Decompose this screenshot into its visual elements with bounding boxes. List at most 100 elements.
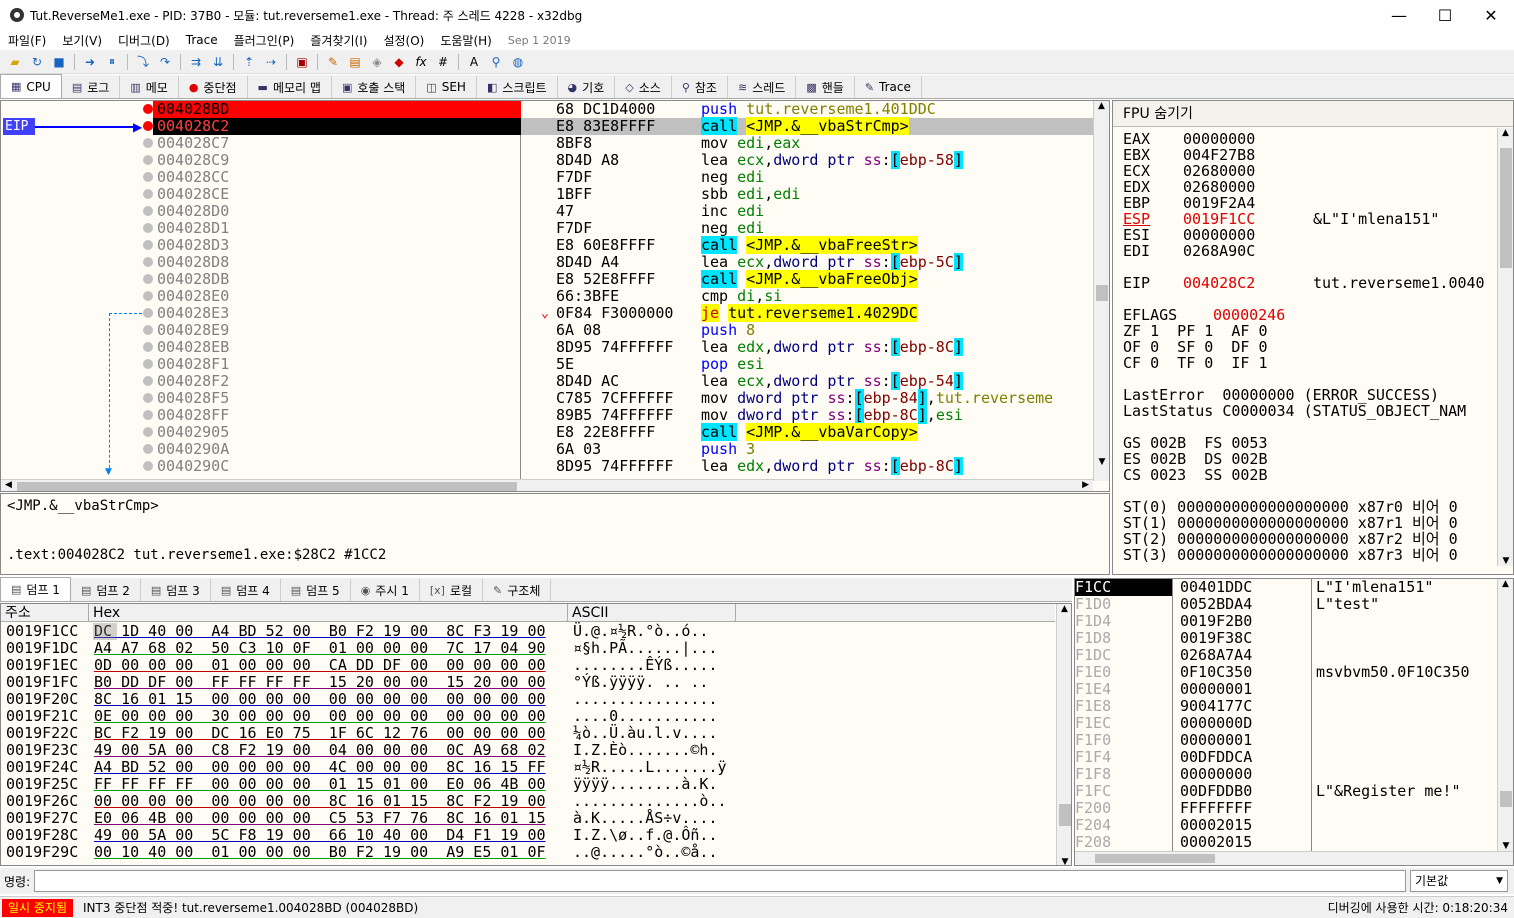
tab-call-stack[interactable]: ▣ 호출 스택 xyxy=(332,76,417,98)
stack-address[interactable]: F1F0 xyxy=(1075,732,1111,749)
dump-hex[interactable]: 8C 16 01 15 00 00 00 00 00 00 00 00 00 0… xyxy=(94,691,546,708)
fpu-row[interactable]: ST(0) 0000000000000000000 x87r0 비어 0 xyxy=(1123,499,1458,515)
stack-value[interactable]: 00DFDDCA xyxy=(1180,749,1252,766)
globe-icon[interactable]: ◍ xyxy=(509,53,527,71)
menu-debug[interactable]: 디버그(D) xyxy=(110,32,178,49)
stack-row[interactable]: F208 00002015 xyxy=(1075,834,1513,851)
stack-address[interactable]: F1E0 xyxy=(1075,664,1111,681)
disasm-row[interactable]: 004028F1 5E pop esi xyxy=(153,356,1093,373)
dump-ascii[interactable]: °Ýß.ÿÿÿÿ. .. .. xyxy=(573,674,708,691)
tab-references[interactable]: ⚲ 참조 xyxy=(672,76,728,98)
dump-header-address[interactable]: 주소 xyxy=(1,604,89,622)
run-icon[interactable]: ➜ xyxy=(81,53,99,71)
breakpoint-dot-icon[interactable] xyxy=(143,325,153,335)
patch-icon[interactable]: ✎ xyxy=(324,53,342,71)
tab-log[interactable]: ▤ 로그 xyxy=(62,76,121,98)
scroll-up-icon[interactable]: ▲ xyxy=(1498,579,1513,589)
disasm-row[interactable]: 004028DB E8 52E8FFFF call <JMP.&__vbaFreeO… xyxy=(153,270,1093,288)
stack-address[interactable]: F1EC xyxy=(1075,715,1111,732)
stack-address[interactable]: F1E8 xyxy=(1075,698,1111,715)
tab-dump-6[interactable]: ◉ 주시 1 xyxy=(351,579,420,601)
tab-dump-5[interactable]: ▤ 덤프 5 xyxy=(281,579,351,601)
stack-row[interactable]: F1D0 0052BDA4 L"test" xyxy=(1075,596,1513,613)
tab-memory-map[interactable]: ▬ 메모리 맵 xyxy=(248,76,332,98)
stack-horizontal-scrollbar[interactable] xyxy=(1075,851,1513,865)
scroll-thumb[interactable] xyxy=(17,482,517,491)
tab-dump-4[interactable]: ▤ 덤프 4 xyxy=(211,579,281,601)
disasm-address[interactable]: 004028F1 xyxy=(157,356,229,373)
breakpoint-dot-icon[interactable] xyxy=(143,359,153,369)
dump-address[interactable]: 0019F1DC xyxy=(6,640,78,657)
stack-address[interactable]: F1E4 xyxy=(1075,681,1111,698)
disassembly-rows[interactable]: 004028BD 68 DC1D4000 push tut.reverseme1.4… xyxy=(153,101,1093,481)
stack-value[interactable]: 00DFDDB0 xyxy=(1180,783,1252,800)
dump-row[interactable]: 0019F22C BC F2 19 00 DC 16 E0 75 1F 6C 12… xyxy=(1,725,1055,742)
tab-breakpoint[interactable]: ● 중단점 xyxy=(179,76,248,98)
disasm-row[interactable]: 004028D1 F7DF neg edi xyxy=(153,220,1093,237)
flags-row[interactable]: ZF 1 PF 1 AF 0 xyxy=(1123,323,1268,339)
stack-value[interactable]: 0000000D xyxy=(1180,715,1252,732)
breakpoint-dot-icon[interactable] xyxy=(143,376,153,386)
menu-view[interactable]: 보기(V) xyxy=(54,32,110,49)
breakpoint-dot-icon[interactable] xyxy=(143,427,153,437)
disasm-address[interactable]: 004028C7 xyxy=(157,135,229,152)
tab-dump-1[interactable]: ▤ 덤프 1 xyxy=(0,577,71,601)
disasm-address[interactable]: 004028EB xyxy=(157,339,229,356)
dump-vertical-scrollbar[interactable]: ▲ ▼ xyxy=(1056,604,1071,865)
dump-row[interactable]: 0019F26C 00 00 00 00 00 00 00 00 8C 16 01… xyxy=(1,793,1055,810)
scroll-thumb[interactable] xyxy=(1500,791,1512,807)
dump-hex[interactable]: 0D 00 00 00 01 00 00 00 CA DD DF 00 00 0… xyxy=(94,657,546,674)
dump-ascii[interactable]: Ü.@.¤½R.°ò..ó.. xyxy=(573,623,708,640)
menu-help[interactable]: 도움말(H) xyxy=(432,32,500,49)
stack-value[interactable]: 00000000 xyxy=(1180,766,1252,783)
disasm-address[interactable]: 004028D0 xyxy=(157,203,229,220)
stack-row[interactable]: F1F0 00000001 xyxy=(1075,732,1513,749)
font-icon[interactable]: A xyxy=(465,53,483,71)
disasm-address[interactable]: 004028D3 xyxy=(157,237,229,254)
dump-address[interactable]: 0019F27C xyxy=(6,810,78,827)
fpu-row[interactable]: ST(3) 0000000000000000000 x87r3 비어 0 xyxy=(1123,547,1458,563)
disasm-row[interactable]: 004028C2 E8 83E8FFFF call <JMP.&__vbaStrCm… xyxy=(153,117,1093,135)
breakpoint-dot-icon[interactable] xyxy=(143,444,153,454)
dump-hex[interactable]: B0 DD DF 00 FF FF FF FF 15 20 00 00 15 2… xyxy=(94,674,546,691)
stack-address[interactable]: F1F4 xyxy=(1075,749,1111,766)
hash-icon[interactable]: # xyxy=(434,53,452,71)
scroll-down-icon[interactable]: ▼ xyxy=(1498,556,1513,566)
breakpoint-dot-icon[interactable] xyxy=(143,189,153,199)
dump-address[interactable]: 0019F1EC xyxy=(6,657,78,674)
disasm-address[interactable]: 004028DB xyxy=(157,271,229,288)
stack-value[interactable]: 0019F38C xyxy=(1180,630,1252,647)
disasm-address[interactable]: 004028CC xyxy=(157,169,229,186)
function-icon[interactable]: fx xyxy=(412,53,430,71)
dump-ascii[interactable]: ................ xyxy=(573,691,718,708)
dump-hex[interactable]: A4 A7 68 02 50 C3 10 0F 01 00 00 00 7C 1… xyxy=(94,640,546,657)
register-value[interactable]: 0019F2A4 xyxy=(1183,195,1255,211)
disasm-row[interactable]: 004028C7 8BF8 mov edi,eax xyxy=(153,135,1093,152)
breakpoint-dot-icon[interactable] xyxy=(143,257,153,267)
flags-row[interactable]: OF 0 SF 0 DF 0 xyxy=(1123,339,1268,355)
register-value[interactable]: 004F27B8 xyxy=(1183,147,1255,163)
command-input[interactable] xyxy=(34,870,1406,892)
fpu-row[interactable]: ST(1) 0000000000000000000 x87r1 비어 0 xyxy=(1123,515,1458,531)
stack-value[interactable]: 00000001 xyxy=(1180,681,1252,698)
stack-address[interactable]: F1DC xyxy=(1075,647,1111,664)
dump-hex[interactable]: 0E 00 00 00 30 00 00 00 00 00 00 00 00 0… xyxy=(94,708,546,725)
tab-dump-8[interactable]: ✎ 구조체 xyxy=(483,579,552,601)
register-value[interactable]: 00000000 xyxy=(1183,131,1255,147)
eip-register-value[interactable]: 004028C2 xyxy=(1183,275,1255,291)
disasm-row[interactable]: 004028CC F7DF neg edi xyxy=(153,169,1093,186)
stack-row[interactable]: F1FC 00DFDDB0 L"&Register me!" xyxy=(1075,783,1513,800)
dump-address[interactable]: 0019F21C xyxy=(6,708,78,725)
segment-row[interactable]: GS 002B FS 0053 xyxy=(1123,435,1268,451)
disasm-row[interactable]: 004028CE 1BFF sbb edi,edi xyxy=(153,186,1093,203)
disasm-address[interactable]: 004028C9 xyxy=(157,152,229,169)
dump-ascii[interactable]: ¤§h.PÃ......|... xyxy=(573,640,718,657)
disassembly-vertical-scrollbar[interactable]: ▲ ▼ xyxy=(1093,101,1109,481)
dump-ascii[interactable]: I.Z.Èò.......©h. xyxy=(573,742,718,759)
stack-row[interactable]: F1EC 0000000D xyxy=(1075,715,1513,732)
dump-row[interactable]: 0019F24C A4 BD 52 00 00 00 00 00 4C 00 00… xyxy=(1,759,1055,776)
tab-seh[interactable]: ◫ SEH xyxy=(416,76,477,98)
open-folder-icon[interactable]: ▰ xyxy=(6,53,24,71)
dump-hex[interactable]: 00 10 40 00 01 00 00 00 B0 F2 19 00 A9 E… xyxy=(94,844,546,861)
scroll-down-icon[interactable]: ▼ xyxy=(1498,841,1513,851)
